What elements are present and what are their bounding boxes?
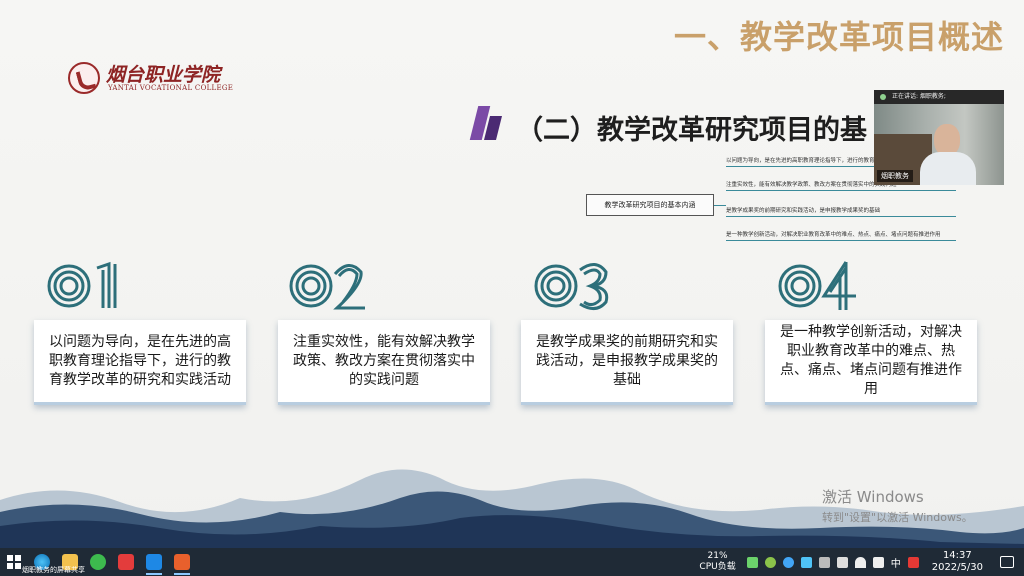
mind-map-branch-4: 是一种教学创新活动，对解决职业教育改革中的难点、热点、痛点、堵点问题有推进作用 (726, 232, 956, 241)
content-card-1: 以问题为导向，是在先进的高职教育理论指导下，进行的教育教学改革的研究和实践活动 (34, 320, 246, 405)
presentation-slide: 一、教学改革项目概述 烟台职业学院 YANTAI VOCATIONAL COLL… (0, 0, 1024, 548)
card-number-04 (776, 254, 856, 314)
card-number-03 (532, 254, 612, 314)
screen-share-label: 烟职教务的屏幕共享 (22, 566, 85, 574)
cpu-label: CPU负载 (699, 562, 736, 572)
logo-chinese-name: 烟台职业学院 (106, 64, 221, 86)
wifi-icon[interactable] (854, 556, 866, 568)
clock-date: 2022/5/30 (931, 562, 983, 573)
number-03-graphic (534, 263, 609, 310)
section-marker-icon (469, 106, 502, 142)
card-number-02 (287, 254, 367, 314)
mind-map-root: 教学改革研究项目的基本内涵 (586, 194, 714, 216)
card-number-01 (45, 254, 125, 314)
content-card-4: 是一种教学创新活动，对解决职业教育改革中的难点、热点、痛点、堵点问题有推进作用 (765, 320, 977, 405)
taskbar-wps[interactable] (112, 548, 140, 576)
volume-icon[interactable] (872, 556, 884, 568)
sogou-ime-icon[interactable] (907, 556, 919, 568)
slide-subtitle: （二）教学改革研究项目的基 (516, 115, 867, 146)
college-logo: 烟台职业学院 YANTAI VOCATIONAL COLLEGE (68, 62, 238, 96)
mind-map-connector (714, 205, 726, 206)
mind-map-branch-2: 注重实效性，能有效解决教学政策、教改方案在贯彻落实中的实践问题 (726, 182, 956, 191)
system-clock[interactable]: 14:37 2022/5/30 (932, 550, 983, 574)
windows-activation-watermark: 激活 Windows 转到"设置"以激活 Windows。 (822, 486, 973, 525)
number-01-graphic (47, 261, 117, 308)
content-card-2: 注重实效性，能有效解决教学政策、教改方案在贯彻落实中的实践问题 (278, 320, 490, 405)
slide-main-title: 一、教学改革项目概述 (673, 18, 1004, 56)
activation-line-1: 激活 Windows (822, 488, 924, 506)
security-icon[interactable] (764, 556, 776, 568)
speaker-video-window[interactable]: 正在讲话: 烟职教务; 烟职教务 (874, 90, 1004, 185)
number-04-graphic (778, 261, 856, 310)
bluetooth-icon[interactable] (800, 556, 812, 568)
logo-english-name: YANTAI VOCATIONAL COLLEGE (108, 84, 234, 92)
notification-icon[interactable] (1000, 556, 1014, 568)
battery-icon[interactable] (746, 556, 758, 568)
college-seal-icon (68, 62, 100, 94)
clock-time: 14:37 (942, 550, 972, 561)
speaking-indicator: 正在讲话: 烟职教务; (874, 90, 1004, 104)
usb-icon[interactable] (818, 556, 830, 568)
speaker-name-label: 烟职教务 (877, 170, 913, 182)
wechat-icon (90, 554, 106, 570)
wps-icon (118, 554, 134, 570)
taskbar-wechat[interactable] (84, 548, 112, 576)
tray-app-icon[interactable] (782, 556, 794, 568)
content-card-3: 是教学成果奖的前期研究和实践活动，是申报教学成果奖的基础 (521, 320, 733, 405)
display-icon[interactable] (836, 556, 848, 568)
windows-logo-icon (7, 555, 21, 569)
taskbar-meeting[interactable] (140, 548, 168, 576)
activation-line-2: 转到"设置"以激活 Windows。 (822, 511, 973, 524)
taskbar-presentation[interactable] (168, 548, 196, 576)
mind-map-branch-3: 是教学成果奖的前期研究和实践活动，是申报教学成果奖的基础 (726, 208, 957, 217)
number-02-graphic (289, 264, 365, 310)
meeting-app-icon (146, 554, 162, 570)
input-language[interactable]: 中 (891, 555, 901, 570)
presentation-app-icon (174, 554, 190, 570)
system-tray: 21% CPU负载 中 14:37 2022/5/30 (699, 548, 1024, 576)
cpu-percent: 21% (707, 551, 728, 561)
mouse-cursor-icon (970, 366, 975, 378)
mind-map-branch-1: 以问题为导向，是在先进的高职教育理论指导下，进行的教育教学 (726, 158, 956, 167)
cpu-load-indicator[interactable]: 21% CPU负载 (699, 551, 735, 573)
